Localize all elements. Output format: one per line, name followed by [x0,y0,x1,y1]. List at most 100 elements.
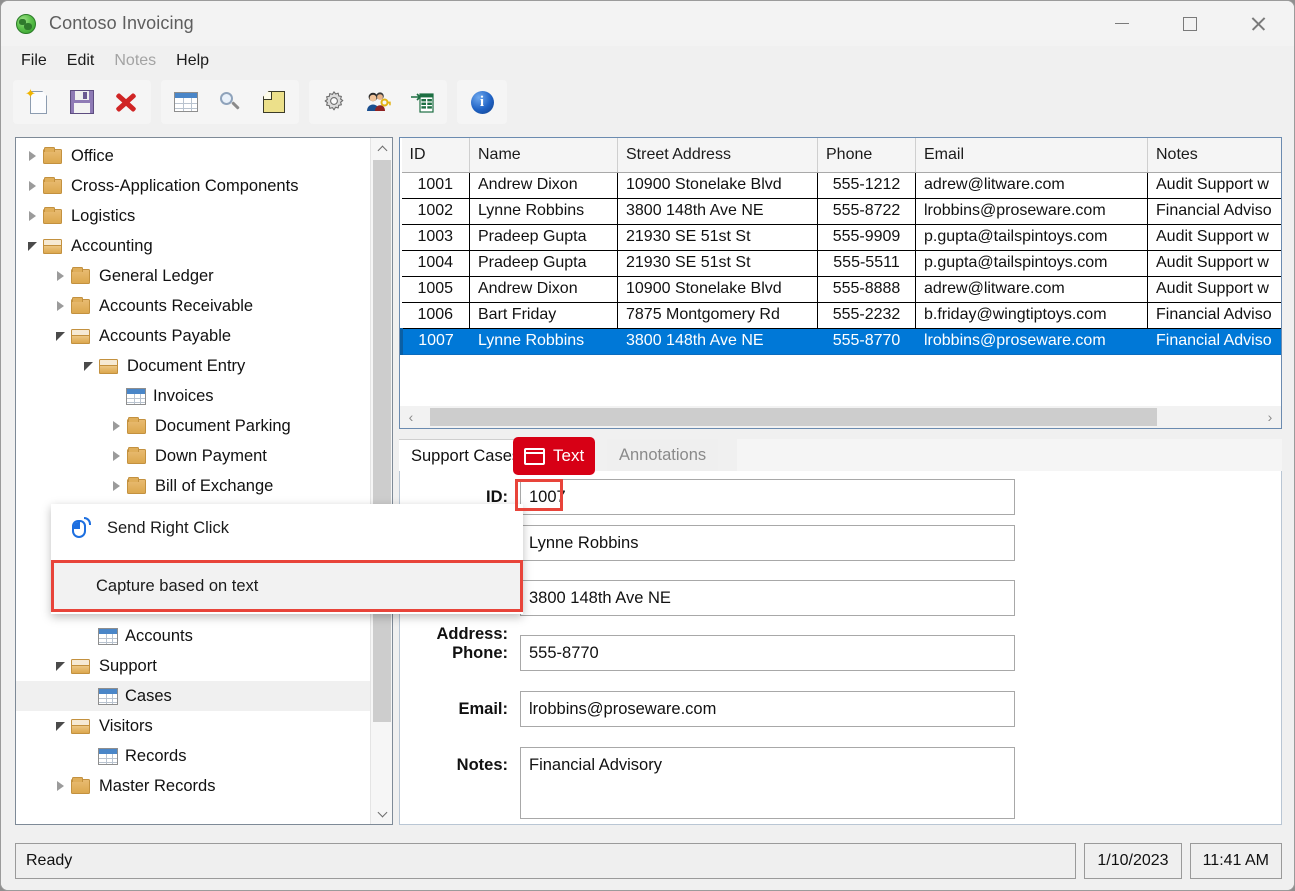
cell-address[interactable]: 7875 Montgomery Rd [617,302,818,329]
users-button[interactable] [359,84,397,120]
cell-phone[interactable]: 555-8722 [817,198,916,225]
cell-phone[interactable]: 555-8888 [817,276,916,303]
grid-scroll-track[interactable] [422,406,1259,428]
chevron-down-icon[interactable] [78,361,98,371]
email-field[interactable]: lrobbins@proseware.com [520,691,1015,727]
cell-address[interactable]: 3800 148th Ave NE [617,328,818,355]
tree-item-support[interactable]: Support [16,651,370,681]
chevron-right-icon[interactable] [50,271,70,281]
cell-email[interactable]: b.friday@wingtiptoys.com [915,302,1148,329]
column-header-street-address[interactable]: Street Address [617,138,818,173]
tree-item-invoices[interactable]: Invoices [16,381,370,411]
tree-item-records[interactable]: Records [16,741,370,771]
cell-id[interactable]: 1004 [401,250,470,277]
cell-address[interactable]: 10900 Stonelake Blvd [617,276,818,303]
chevron-right-icon[interactable] [106,421,126,431]
context-menu[interactable]: Send Right Click Capture based on text [51,504,523,614]
navigation-tree[interactable]: Office Cross-Application Components Logist… [16,138,370,824]
column-header-phone[interactable]: Phone [817,138,916,173]
tree-item-visitors[interactable]: Visitors [16,711,370,741]
id-field[interactable]: 1007 [520,479,1015,515]
cell-notes[interactable]: Audit Support w [1147,276,1281,303]
name-field[interactable]: Lynne Robbins [520,525,1015,561]
cell-address[interactable]: 21930 SE 51st St [617,250,818,277]
tree-item-accounts-payable[interactable]: Accounts Payable [16,321,370,351]
cell-phone[interactable]: 555-8770 [817,328,916,355]
tree-item-document-entry[interactable]: Document Entry [16,351,370,381]
chevron-down-icon[interactable] [50,331,70,341]
grid-scroll-right-button[interactable]: › [1259,406,1281,428]
cell-notes[interactable]: Audit Support w [1147,224,1281,251]
cell-name[interactable]: Lynne Robbins [469,328,618,355]
tree-item-logistics[interactable]: Logistics [16,201,370,231]
tree-vertical-scrollbar[interactable] [370,138,392,824]
tree-item-document-parking[interactable]: Document Parking [16,411,370,441]
column-header-id[interactable]: ID [401,138,470,173]
column-header-notes[interactable]: Notes [1147,138,1281,173]
cell-id[interactable]: 1002 [401,198,470,225]
cell-id[interactable]: 1006 [401,302,470,329]
table-row[interactable]: 1006 Bart Friday 7875 Montgomery Rd 555-223… [401,302,1281,329]
records-table[interactable]: ID Name Street Address Phone Email Notes 1001… [400,138,1281,355]
cell-phone[interactable]: 555-1212 [817,172,916,199]
tree-item-accounts[interactable]: Accounts [16,621,370,651]
tree-item-accounts-receivable[interactable]: Accounts Receivable [16,291,370,321]
search-button[interactable] [211,84,249,120]
tree-item-accounting[interactable]: Accounting [16,231,370,261]
save-button[interactable] [63,84,101,120]
about-button[interactable]: i [463,84,501,120]
cell-id[interactable]: 1007 [400,328,470,355]
chevron-right-icon[interactable] [50,301,70,311]
settings-button[interactable] [315,84,353,120]
tree-scroll-thumb[interactable] [373,160,391,722]
chevron-right-icon[interactable] [106,451,126,461]
cell-notes[interactable]: Financial Adviso [1147,328,1281,355]
cell-name[interactable]: Andrew Dixon [469,276,618,303]
cell-phone[interactable]: 555-9909 [817,224,916,251]
cell-email[interactable]: adrew@litware.com [915,172,1148,199]
new-document-button[interactable]: ✦ [19,84,57,120]
cell-id[interactable]: 1005 [401,276,470,303]
grid-scroll-thumb[interactable] [430,408,1157,426]
cell-name[interactable]: Pradeep Gupta [469,224,618,251]
cell-notes[interactable]: Financial Adviso [1147,198,1281,225]
cell-email[interactable]: lrobbins@proseware.com [915,198,1148,225]
table-row[interactable]: 1002 Lynne Robbins 3800 148th Ave NE 555-87… [401,198,1281,225]
table-row[interactable]: 1001 Andrew Dixon 10900 Stonelake Blvd 555-… [401,172,1281,199]
phone-field[interactable]: 555-8770 [520,635,1015,671]
cell-email[interactable]: adrew@litware.com [915,276,1148,303]
table-row[interactable]: 1003 Pradeep Gupta 21930 SE 51st St 555-990… [401,224,1281,251]
column-header-name[interactable]: Name [469,138,618,173]
table-row[interactable]: 1004 Pradeep Gupta 21930 SE 51st St 555-551… [401,250,1281,277]
minimize-button[interactable] [1088,1,1156,46]
cell-phone[interactable]: 555-2232 [817,302,916,329]
table-row[interactable]: 1007 Lynne Robbins 3800 148th Ave NE 555-87… [400,328,1281,355]
chevron-down-icon[interactable] [50,721,70,731]
chevron-right-icon[interactable] [22,211,42,221]
cell-id[interactable]: 1001 [401,172,470,199]
cell-email[interactable]: p.gupta@tailspintoys.com [915,224,1148,251]
chevron-right-icon[interactable] [50,781,70,791]
table-row[interactable]: 1005 Andrew Dixon 10900 Stonelake Blvd 555-… [401,276,1281,303]
chevron-down-icon[interactable] [50,661,70,671]
notes-button[interactable] [255,84,293,120]
grid-horizontal-scrollbar[interactable]: ‹ › [400,406,1281,428]
street-address-field[interactable]: 3800 148th Ave NE [520,580,1015,616]
cell-id[interactable]: 1003 [401,224,470,251]
cell-notes[interactable]: Audit Support w [1147,250,1281,277]
cell-notes[interactable]: Audit Support w [1147,172,1281,199]
cell-name[interactable]: Lynne Robbins [469,198,618,225]
tree-item-master-records[interactable]: Master Records [16,771,370,801]
export-excel-button[interactable] [403,84,441,120]
menu-help[interactable]: Help [166,49,219,73]
menu-notes[interactable]: Notes [104,49,166,73]
chevron-down-icon[interactable] [22,241,42,251]
column-header-email[interactable]: Email [915,138,1148,173]
table-view-button[interactable] [167,84,205,120]
tree-item-office[interactable]: Office [16,141,370,171]
tree-item-cross-application-components[interactable]: Cross-Application Components [16,171,370,201]
cell-email[interactable]: lrobbins@proseware.com [915,328,1148,355]
cell-notes[interactable]: Financial Adviso [1147,302,1281,329]
cell-name[interactable]: Bart Friday [469,302,618,329]
cell-name[interactable]: Pradeep Gupta [469,250,618,277]
